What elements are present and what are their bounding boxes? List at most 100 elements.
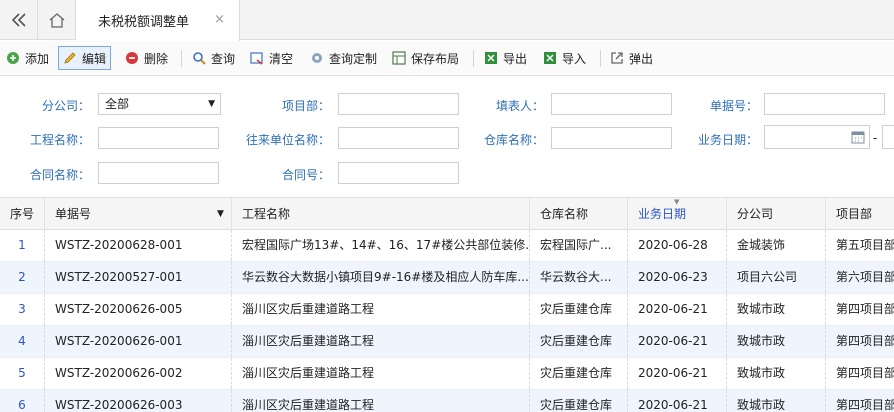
save-layout-button[interactable]: 保存布局 [392,46,459,70]
delete-label: 删除 [144,51,169,66]
table-row[interactable]: 6 WSTZ-20200626-003 淄川区灾后重建道路工程 灾后重建仓库 2… [0,390,894,412]
filter-form: 分公司： 全部 ▼ 项目部： 填表人： 单据号： 工程名称： 往来单位名称： 仓… [0,77,894,197]
table-row[interactable]: 5 WSTZ-20200626-002 淄川区灾后重建道路工程 灾后重建仓库 2… [0,358,894,390]
cell-biz-date: 2020-06-21 [628,390,727,412]
double-chevron-left-icon [11,13,26,27]
cell-warehouse: 华云数谷大... [530,262,628,293]
plus-circle-icon [7,52,19,64]
col-header-doc-no-label: 单据号 [55,207,92,221]
pencil-icon [64,52,76,64]
col-header-biz-date[interactable]: 业务日期 ▼ [628,198,727,230]
query-label: 查询 [211,51,236,66]
calendar-icon[interactable] [851,130,865,144]
home-icon [49,13,64,28]
contract-name-input[interactable] [98,162,219,184]
grid-header: 序号 单据号 ▼ 工程名称 仓库名称 业务日期 ▼ 分公司 项目部 [0,197,894,230]
cell-biz-date: 2020-06-21 [628,294,727,325]
toolbar-separator [473,50,474,67]
query-custom-button[interactable]: 查询定制 [310,46,377,70]
cell-index: 6 [0,390,45,412]
table-row[interactable]: 1 WSTZ-20200628-001 宏程国际广场13#、14#、16、17#… [0,230,894,262]
project-dept-input[interactable] [338,93,459,115]
cell-branch: 致城市政 [727,358,826,389]
query-custom-label: 查询定制 [329,51,378,66]
cell-warehouse: 灾后重建仓库 [530,294,628,325]
cell-branch: 致城市政 [727,294,826,325]
col-header-doc-no[interactable]: 单据号 ▼ [45,198,232,230]
cell-index: 4 [0,326,45,357]
col-header-warehouse[interactable]: 仓库名称 [530,198,628,230]
cell-branch: 致城市政 [727,326,826,357]
clear-form-icon [250,52,263,65]
table-row[interactable]: 2 WSTZ-20200527-001 华云数谷大数据小镇项目9#-16#楼及相… [0,262,894,294]
cell-warehouse: 灾后重建仓库 [530,358,628,389]
tab-tax-adjust[interactable]: 未税税额调整单 × [76,0,240,41]
warehouse-input[interactable] [551,127,672,149]
collapse-button[interactable] [0,0,38,40]
popup-button[interactable]: 弹出 [610,46,653,70]
tab-bar: 未税税额调整单 × [0,0,894,41]
cell-project: 华云数谷大数据小镇项目9#-16#楼及相应人防车库... [232,262,530,293]
toolbar-separator [600,50,601,67]
doc-no-input[interactable] [764,93,885,115]
warehouse-label: 仓库名称： [483,133,544,147]
toolbar: 添加 编辑 删除 查询 清空 查询定制 保存布局 导出 导入 弹出 [0,41,894,76]
partner-label: 往来单位名称： [245,133,330,147]
col-header-dept[interactable]: 项目部 [826,198,894,230]
cell-warehouse: 灾后重建仓库 [530,390,628,412]
contract-no-input[interactable] [338,162,459,184]
partner-input[interactable] [338,127,459,149]
cell-index: 5 [0,358,45,389]
excel-export-icon [485,52,497,64]
cell-branch: 项目六公司 [727,262,826,293]
cell-dept: 第四项目部 [836,334,894,348]
edit-label: 编辑 [82,51,107,66]
table-row[interactable]: 4 WSTZ-20200626-001 淄川区灾后重建道路工程 灾后重建仓库 2… [0,326,894,358]
cell-project: 淄川区灾后重建道路工程 [232,294,530,325]
delete-button[interactable]: 删除 [125,46,168,70]
filler-label: 填表人： [495,99,544,113]
home-button[interactable] [38,0,76,40]
cell-warehouse: 宏程国际广... [530,230,628,261]
filler-input[interactable] [551,93,672,115]
biz-date-start-input[interactable] [764,125,870,149]
add-button[interactable]: 添加 [6,46,49,70]
edit-button[interactable]: 编辑 [58,46,112,70]
cell-doc-no: WSTZ-20200628-001 [45,230,232,261]
project-name-label: 工程名称： [29,133,90,147]
cell-index: 1 [0,230,45,261]
import-button[interactable]: 导入 [543,46,586,70]
cell-index: 3 [0,294,45,325]
cell-doc-no: WSTZ-20200626-001 [45,326,232,357]
popout-icon [611,52,623,64]
project-name-input[interactable] [98,127,219,149]
project-dept-label: 项目部： [281,99,330,113]
clear-label: 清空 [269,51,294,66]
table-row[interactable]: 3 WSTZ-20200626-005 淄川区灾后重建道路工程 灾后重建仓库 2… [0,294,894,326]
cell-project: 宏程国际广场13#、14#、16、17#楼公共部位装修... [232,230,530,261]
col-header-branch[interactable]: 分公司 [727,198,826,230]
tab-title: 未税税额调整单 [98,15,190,30]
sort-desc-icon: ▼ [674,198,680,206]
cell-warehouse: 灾后重建仓库 [530,326,628,357]
branch-select[interactable]: 全部 ▼ [98,93,221,115]
cell-biz-date: 2020-06-23 [628,262,727,293]
export-button[interactable]: 导出 [484,46,527,70]
biz-date-end-input[interactable] [882,125,894,149]
clear-button[interactable]: 清空 [250,46,293,70]
cell-dept: 第四项目部 [836,398,894,412]
close-icon[interactable]: × [214,12,225,27]
column-menu-caret-icon[interactable]: ▼ [217,198,224,230]
col-header-project[interactable]: 工程名称 [232,198,530,230]
cell-index: 2 [0,262,45,293]
biz-date-label: 业务日期： [697,133,758,147]
minus-circle-icon [126,52,138,64]
cell-dept: 第六项目部 [836,270,894,284]
cell-biz-date: 2020-06-28 [628,230,727,261]
cell-doc-no: WSTZ-20200626-005 [45,294,232,325]
query-button[interactable]: 查询 [192,46,235,70]
doc-no-label: 单据号： [709,99,758,113]
popup-label: 弹出 [629,51,654,66]
col-header-index[interactable]: 序号 [0,198,45,230]
excel-import-icon [544,52,556,64]
